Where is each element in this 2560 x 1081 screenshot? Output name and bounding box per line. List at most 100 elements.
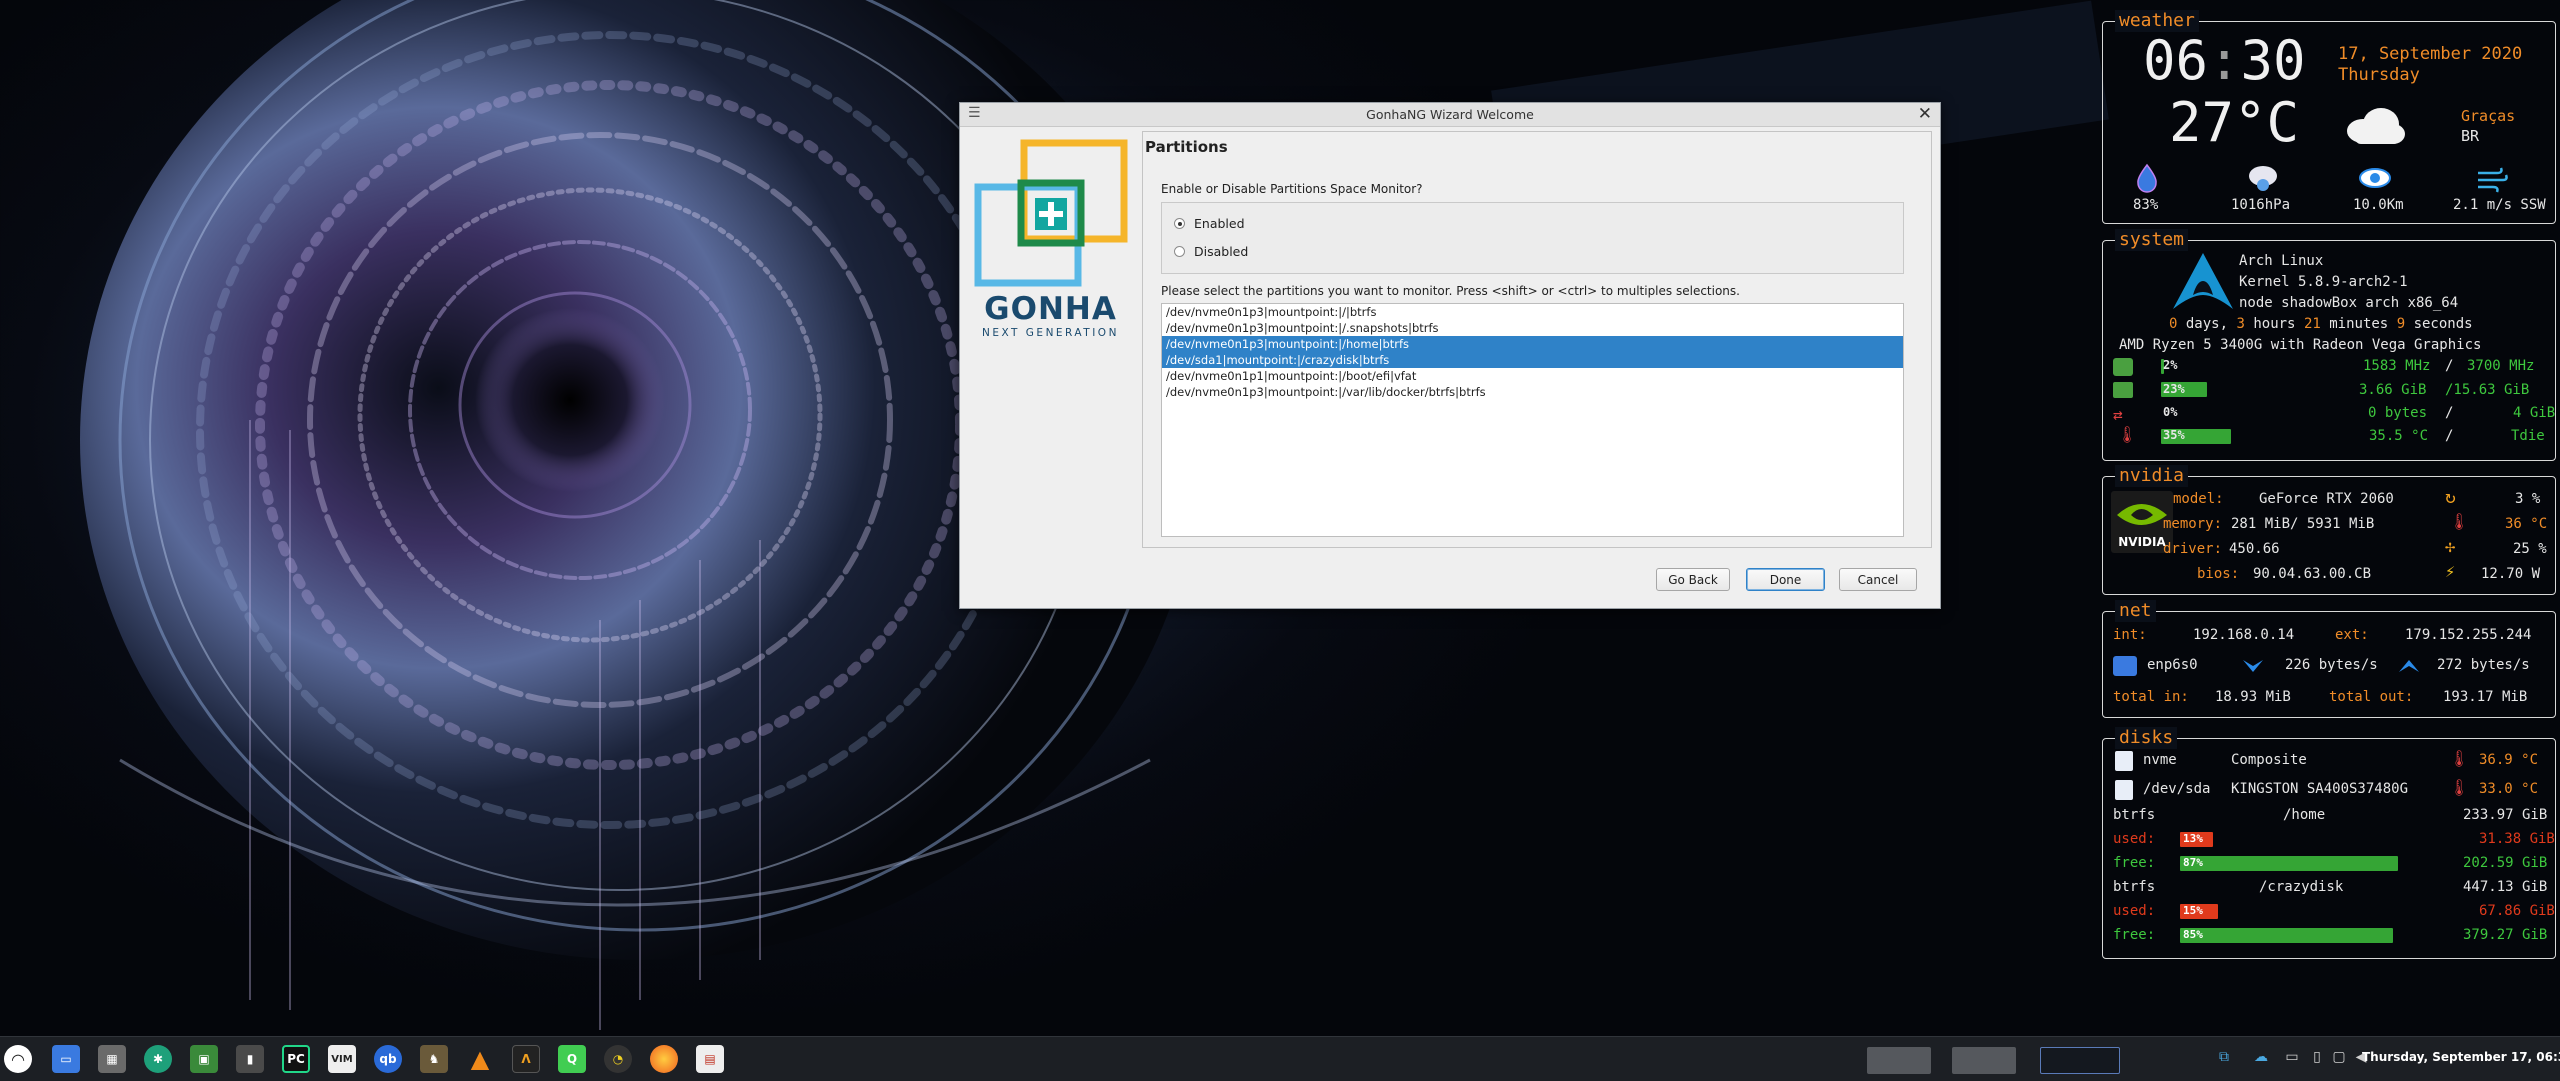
usb-tray-icon[interactable]: ▯ [2308, 1048, 2326, 1066]
upload-rate: 272 bytes/s [2437, 657, 2530, 673]
pressure-icon [2249, 166, 2277, 191]
fs1-size: 233.97 GiB [2463, 807, 2548, 823]
fs2-free-bar [2180, 928, 2393, 943]
cancel-button[interactable]: Cancel [1839, 568, 1917, 591]
wizard-dialog: ☰ GonhaNG Wizard Welcome ✕ GONHA NEXT GE… [959, 102, 1941, 609]
partitions-list[interactable]: /dev/nvme0n1p3|mountpoint:|/|btrfs /dev/… [1161, 303, 1904, 537]
partition-row[interactable]: /dev/nvme0n1p3|mountpoint:|/|btrfs [1162, 304, 1903, 320]
page-title: Partitions [1145, 138, 1228, 156]
memory-icon [2113, 382, 2133, 398]
swap-slash: / [2445, 405, 2454, 421]
uptime-hours: 3 [2236, 316, 2245, 332]
external-ip-label: ext: [2335, 627, 2369, 643]
nvme-model: Composite [2231, 752, 2307, 768]
network-icon[interactable]: ⧉ [2215, 1048, 2233, 1066]
display-icon[interactable]: ▢ [2330, 1048, 2348, 1066]
fs1-used-percent: 13% [2183, 832, 2203, 845]
gpu-bios: 90.04.63.00.CB [2253, 566, 2372, 582]
radio-disabled[interactable]: Disabled [1174, 244, 1248, 259]
cpu-temp: 35.5 °C [2369, 428, 2429, 444]
monitor-app-icon[interactable]: ▣ [190, 1045, 218, 1073]
pycharm-icon[interactable]: PC [282, 1045, 310, 1073]
taskbar-window-1[interactable] [1867, 1047, 1931, 1074]
launcher-icon[interactable]: ◠ [4, 1045, 32, 1073]
taskbar-window-2[interactable] [1952, 1047, 2016, 1074]
gimp-icon[interactable]: ♞ [420, 1045, 448, 1073]
monitor-question: Enable or Disable Partitions Space Monit… [1161, 182, 1423, 196]
qt-creator-icon[interactable]: Q [558, 1045, 586, 1073]
uptime-days-label: days, [2185, 316, 2229, 332]
kdenlive-icon[interactable]: ◔ [604, 1045, 632, 1073]
download-rate: 226 bytes/s [2285, 657, 2378, 673]
radio-disabled-label: Disabled [1194, 244, 1249, 259]
cloud-icon[interactable]: ☁ [2252, 1048, 2270, 1066]
vim-icon[interactable]: VIM [328, 1045, 356, 1073]
partition-row-selected[interactable]: /dev/nvme0n1p3|mountpoint:|/home|btrfs [1162, 336, 1903, 352]
fs1-used: 31.38 GiB [2479, 831, 2555, 847]
gpu-driver-label: driver: [2163, 541, 2223, 557]
net-panel-title: net [2115, 600, 2156, 622]
system-panel: system Arch Linux Kernel 5.8.9-arch2-1 n… [2102, 229, 2556, 461]
qbittorrent-icon[interactable]: qb [374, 1045, 402, 1073]
fs1-type: btrfs [2113, 807, 2156, 823]
wind-value: 2.1 m/s SSW [2453, 197, 2546, 213]
thermometer-icon: 🌡 [2117, 425, 2138, 444]
weather-city: Graças [2461, 107, 2516, 125]
nvme-disk-icon [2115, 751, 2133, 771]
uptime-hours-label: hours [2253, 316, 2296, 332]
fs1-free: 202.59 GiB [2463, 855, 2548, 871]
gpu-model-label: model: [2173, 491, 2224, 507]
os-name: Arch Linux [2239, 253, 2324, 269]
clipboard-icon[interactable]: ▭ [2283, 1048, 2301, 1066]
hamburger-icon[interactable]: ☰ [968, 105, 981, 121]
go-back-button[interactable]: Go Back [1656, 568, 1730, 591]
download-arrow-icon [2243, 660, 2263, 672]
network-card-icon [2113, 656, 2137, 676]
cpu-name: AMD Ryzen 5 3400G with Radeon Vega Graph… [2119, 337, 2482, 353]
arch-linux-icon [2173, 253, 2233, 309]
calculator-icon[interactable]: ▦ [98, 1045, 126, 1073]
firefox-icon[interactable] [650, 1045, 678, 1073]
logo-text: GONHA [984, 291, 1117, 327]
gitkraken-icon[interactable]: ✱ [144, 1045, 172, 1073]
nvme-name: nvme [2143, 752, 2177, 768]
partition-row[interactable]: /dev/nvme0n1p3|mountpoint:|/var/lib/dock… [1162, 384, 1903, 400]
total-out: 193.17 MiB [2443, 689, 2528, 705]
sda-temp: 33.0 °C [2479, 781, 2539, 797]
taskbar-clock[interactable]: Thursday, September 17, 06:30 [2362, 1050, 2560, 1064]
gpu-fan: 25 % [2513, 541, 2547, 557]
temp-percent: 35% [2163, 428, 2185, 442]
monitor-radio-group: Enabled Disabled [1161, 202, 1904, 274]
calendar-app-icon[interactable]: ▤ [696, 1045, 724, 1073]
partition-row[interactable]: /dev/nvme0n1p3|mountpoint:|/.snapshots|b… [1162, 320, 1903, 336]
partition-row[interactable]: /dev/nvme0n1p1|mountpoint:|/boot/efi|vfa… [1162, 368, 1903, 384]
visibility-value: 10.0Km [2353, 197, 2404, 213]
done-button[interactable]: Done [1746, 568, 1825, 591]
clock-minutes: 30 [2240, 29, 2306, 92]
arduino-icon[interactable]: Λ [512, 1045, 540, 1073]
clock-time: 06:30 [2143, 32, 2306, 90]
gpu-power: 12.70 W [2481, 566, 2541, 582]
usb-icon[interactable]: ▮ [236, 1045, 264, 1073]
vlc-icon[interactable]: ▲ [466, 1045, 494, 1073]
close-icon[interactable]: ✕ [1918, 104, 1932, 124]
fs2-mount: /crazydisk [2259, 879, 2344, 895]
dialog-titlebar[interactable]: ☰ GonhaNG Wizard Welcome ✕ [960, 103, 1940, 127]
nvidia-panel-title: nvidia [2115, 465, 2189, 487]
fs1-free-bar [2180, 856, 2398, 871]
taskbar-window-active[interactable] [2040, 1047, 2120, 1074]
radio-dot-checked[interactable] [1174, 218, 1185, 229]
fs1-free-label: free: [2113, 855, 2156, 871]
taskbar: ◠ ▭ ▦ ✱ ▣ ▮ PC VIM qb ♞ ▲ Λ Q ◔ ▤ ⧉ ☁ ▭ … [0, 1036, 2560, 1081]
weather-panel: weather 06:30 17, September 2020 Thursda… [2102, 10, 2556, 224]
partition-row-selected[interactable]: /dev/sda1|mountpoint:|/crazydisk|btrfs [1162, 352, 1903, 368]
clock-separator: : [2208, 29, 2241, 92]
gpu-usage: 3 % [2515, 491, 2541, 507]
files-icon[interactable]: ▭ [52, 1045, 80, 1073]
cpu-freq: 1583 MHz [2363, 358, 2431, 374]
radio-dot-unchecked[interactable] [1174, 246, 1185, 257]
radio-enabled[interactable]: Enabled [1174, 216, 1245, 231]
fs2-free-label: free: [2113, 927, 2156, 943]
uptime-minutes-label: minutes [2329, 316, 2389, 332]
sda-model: KINGSTON SA400S37480G [2231, 781, 2409, 797]
